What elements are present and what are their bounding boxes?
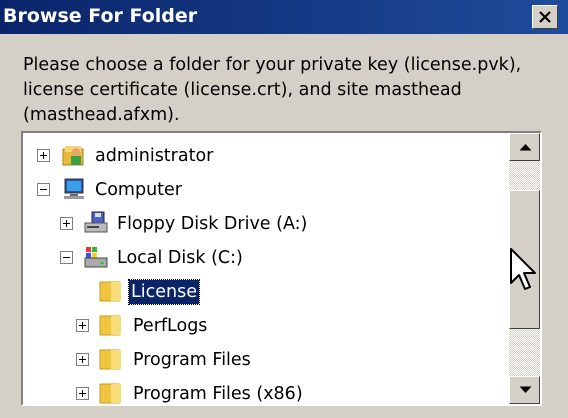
folder-icon xyxy=(99,383,121,404)
expand-plus-icon[interactable] xyxy=(76,387,89,400)
tree-item-label: Computer xyxy=(95,180,182,200)
collapse-minus-icon[interactable] xyxy=(37,183,50,196)
title-bar[interactable]: Browse For Folder xyxy=(0,0,568,34)
tree-item-label: PerfLogs xyxy=(133,316,208,336)
folder-tree[interactable]: administrator Computer Floppy Disk Drive… xyxy=(21,131,542,406)
folder-icon xyxy=(99,315,121,336)
folder-icon xyxy=(99,281,121,302)
arrow-up-icon xyxy=(519,144,532,151)
tree-item-label: Program Files (x86) xyxy=(133,384,303,404)
expand-plus-icon[interactable] xyxy=(76,353,89,366)
tree-item-label-selected: License xyxy=(128,279,200,305)
folder-icon xyxy=(99,349,121,370)
local-disk-icon xyxy=(84,247,108,268)
scroll-up-button[interactable] xyxy=(509,133,540,161)
floppy-drive-icon xyxy=(84,211,108,233)
arrow-down-icon xyxy=(519,386,532,393)
expand-plus-icon[interactable] xyxy=(76,319,89,332)
mouse-pointer-icon xyxy=(510,248,536,290)
user-folder-icon xyxy=(62,146,84,166)
scroll-down-button[interactable] xyxy=(509,376,540,404)
close-icon xyxy=(539,11,551,23)
expand-plus-icon[interactable] xyxy=(37,149,50,162)
collapse-minus-icon[interactable] xyxy=(60,251,73,264)
tree-item-label: administrator xyxy=(95,146,214,166)
instruction-text: Please choose a folder for your private … xyxy=(23,55,522,125)
tree-item-label: Local Disk (C:) xyxy=(117,248,243,268)
folder-tree-list: administrator Computer Floppy Disk Drive… xyxy=(23,133,509,404)
computer-icon xyxy=(64,178,84,199)
window-title: Browse For Folder xyxy=(3,5,198,27)
tree-item-label: Floppy Disk Drive (A:) xyxy=(117,214,308,234)
expand-plus-icon[interactable] xyxy=(60,217,73,230)
tree-item-label: Program Files xyxy=(133,350,251,370)
close-button[interactable] xyxy=(532,5,558,29)
